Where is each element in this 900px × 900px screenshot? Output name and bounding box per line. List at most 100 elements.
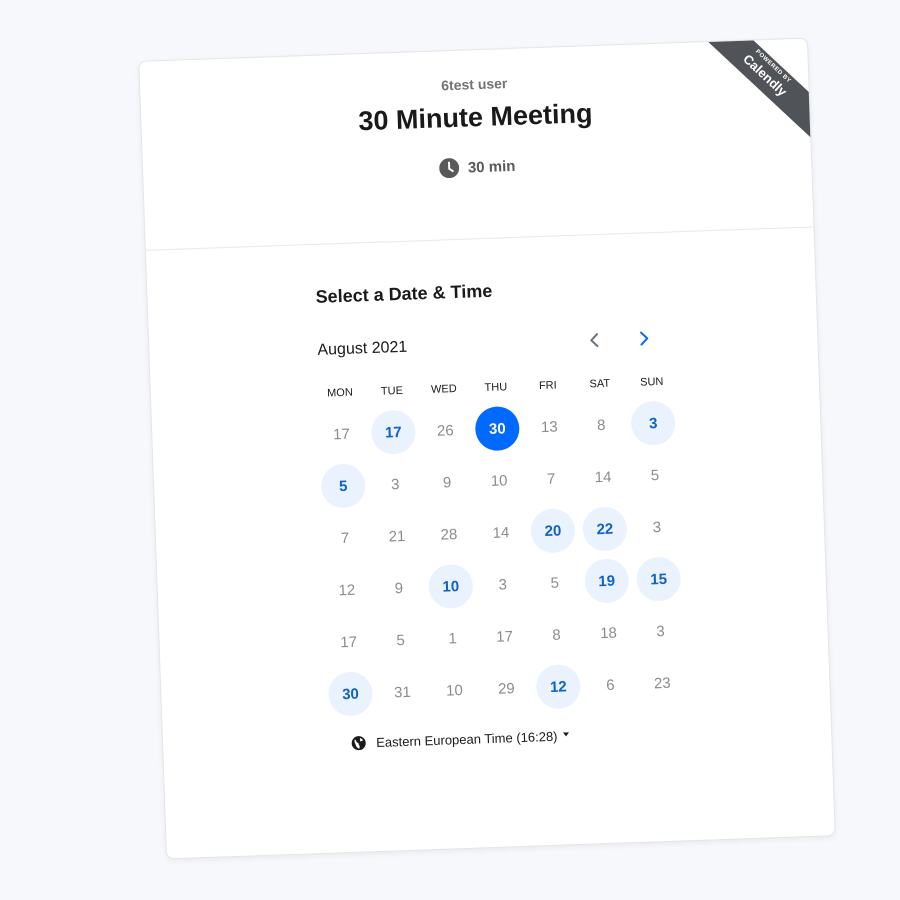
- next-month-button[interactable]: [627, 321, 662, 356]
- selected-day-button[interactable]: 30: [474, 405, 521, 452]
- globe-icon: [351, 735, 367, 751]
- unavailable-day: 21: [388, 527, 406, 545]
- unavailable-day: 5: [550, 574, 560, 592]
- calendar-cell: 29: [479, 662, 533, 716]
- previous-month-button[interactable]: [577, 323, 612, 358]
- unavailable-day: 13: [540, 418, 558, 436]
- unavailable-day: 18: [599, 624, 618, 642]
- unavailable-day: 26: [436, 421, 454, 440]
- calendar-cell: 20: [526, 504, 580, 558]
- calendar-cell: 9: [372, 561, 426, 615]
- unavailable-day: 5: [396, 631, 406, 649]
- calendar-cell: 5: [316, 459, 370, 513]
- unavailable-day: 1: [448, 629, 458, 647]
- unavailable-day: 7: [340, 529, 350, 547]
- chevron-left-icon: [589, 332, 600, 348]
- booking-card: 6test user 30 Minute Meeting 30 min POWE…: [138, 37, 836, 860]
- powered-by-ribbon[interactable]: POWERED BY Calendly: [696, 37, 836, 141]
- calendar-cell: 18: [582, 606, 636, 660]
- caret-down-icon: [563, 732, 570, 737]
- clock-icon: [438, 158, 460, 179]
- unavailable-day: 3: [498, 575, 508, 594]
- event-header: 6test user 30 Minute Meeting 30 min POWE…: [139, 37, 836, 251]
- calendar-cell: 10: [428, 663, 482, 717]
- unavailable-day: 3: [656, 622, 665, 640]
- unavailable-day: 12: [338, 581, 356, 599]
- calendar-cell: 3: [626, 396, 680, 450]
- calendar-cell: 3: [630, 500, 684, 554]
- weekday-mon: MON: [326, 386, 354, 400]
- calendar-cell: 28: [422, 507, 476, 561]
- weekday-wed: WED: [430, 383, 457, 396]
- calendar-cell: 31: [376, 665, 430, 719]
- weekday-fri: FRI: [538, 379, 557, 393]
- unavailable-day: 14: [492, 523, 510, 542]
- event-duration: 30 min: [143, 146, 811, 189]
- calendar-cell: 17: [315, 407, 369, 461]
- unavailable-day: 14: [594, 468, 612, 486]
- calendar-cell: 12: [320, 563, 374, 617]
- calendar-cell: 7: [524, 452, 578, 506]
- unavailable-day: 17: [332, 425, 351, 443]
- calendar-day-grid: 17 17 26 30 13 8 3 5 3 9 10 7 14 5 7 21 28 14 20 22 3 12 9 10 3 5…: [315, 396, 690, 721]
- unavailable-day: 23: [653, 674, 671, 692]
- unavailable-day: 9: [442, 473, 452, 492]
- calendar-cell: 26: [418, 404, 472, 458]
- unavailable-day: 10: [490, 471, 508, 490]
- timezone-selector[interactable]: Eastern European Time (16:28): [351, 728, 570, 751]
- weekday-sat: SAT: [589, 377, 611, 391]
- calendar-cell: 15: [632, 552, 686, 606]
- available-day-button[interactable]: 12: [535, 663, 582, 710]
- calendar-cell: 21: [370, 509, 424, 563]
- unavailable-day: 3: [390, 475, 400, 493]
- available-day-button[interactable]: 15: [635, 556, 682, 602]
- unavailable-day: 10: [445, 681, 464, 700]
- calendar-cell: 10: [424, 559, 478, 613]
- calendar-cell: 3: [634, 604, 688, 658]
- unavailable-day: 5: [650, 466, 660, 484]
- calendar-cell: 30: [324, 667, 378, 721]
- unavailable-day: 7: [546, 470, 556, 488]
- calendar-cell: 22: [578, 502, 632, 556]
- month-label: August 2021: [317, 338, 408, 359]
- section-title: Select a Date & Time: [315, 280, 493, 307]
- available-day-button[interactable]: 3: [630, 400, 676, 446]
- unavailable-day: 31: [393, 683, 412, 701]
- available-day-button[interactable]: 5: [320, 463, 366, 509]
- calendar-cell: 10: [472, 454, 526, 508]
- unavailable-day: 9: [394, 579, 404, 597]
- unavailable-day: 17: [495, 627, 514, 646]
- weekday-sun: SUN: [639, 375, 664, 389]
- calendar-cell: 19: [580, 554, 634, 608]
- calendar-cell: 3: [476, 558, 530, 612]
- duration-label: 30 min: [467, 157, 516, 176]
- unavailable-day: 29: [497, 679, 516, 698]
- calendar-cell: 17: [366, 405, 420, 459]
- calendar-cell: 5: [628, 448, 682, 502]
- weekday-tue: TUE: [380, 384, 404, 398]
- available-day-button[interactable]: 10: [428, 563, 474, 610]
- calendar-cell: 17: [322, 615, 376, 669]
- date-picker-section: Select a Date & Time August 2021 MON TUE…: [146, 227, 835, 858]
- timezone-label: Eastern European Time (16:28): [375, 728, 558, 751]
- calendar-cell: 6: [583, 658, 637, 712]
- calendar-cell: 8: [530, 608, 584, 662]
- calendar-cell: 9: [420, 456, 474, 510]
- calendar-cell: 8: [574, 398, 628, 452]
- available-day-button[interactable]: 30: [327, 671, 374, 717]
- available-day-button[interactable]: 17: [370, 409, 417, 456]
- available-day-button[interactable]: 19: [583, 558, 630, 604]
- calendar-cell: 13: [522, 400, 576, 454]
- calendar-cell: 7: [318, 511, 372, 565]
- weekday-header-row: MON TUE WED THU FRI SAT SUN: [314, 375, 678, 400]
- unavailable-day: 17: [340, 633, 358, 651]
- unavailable-day: 28: [440, 525, 458, 544]
- available-day-button[interactable]: 20: [530, 507, 576, 554]
- calendar-cell: 14: [576, 450, 630, 504]
- calendar-cell: 14: [474, 506, 528, 560]
- unavailable-day: 6: [605, 676, 615, 694]
- unavailable-day: 8: [552, 626, 562, 644]
- calendar-cell: 3: [368, 457, 422, 511]
- available-day-button[interactable]: 22: [582, 506, 628, 552]
- weekday-thu: THU: [484, 381, 508, 395]
